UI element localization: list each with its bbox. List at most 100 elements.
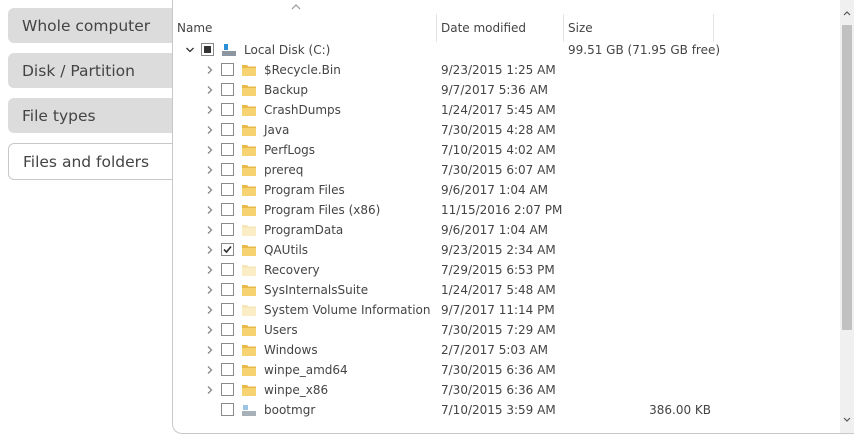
partial-check-mark <box>204 46 211 53</box>
tree-row[interactable]: bootmgr 7/10/2015 3:59 AM 386.00 KB <box>173 400 841 420</box>
scroll-down-icon[interactable] <box>840 411 854 428</box>
item-size: 99.51 GB (71.95 GB free) <box>568 43 721 57</box>
chevron-right-icon[interactable] <box>205 300 215 320</box>
tree-row[interactable]: prereq 7/30/2015 6:07 AM <box>173 160 841 180</box>
folder-icon <box>241 103 257 117</box>
folder-icon <box>241 243 257 257</box>
select-checkbox[interactable] <box>221 163 234 176</box>
column-header-date[interactable]: Date modified <box>437 14 564 42</box>
select-checkbox[interactable] <box>221 83 234 96</box>
tab-file-types[interactable]: File types <box>8 98 173 133</box>
source-tabs: Whole computer Disk / Partition File typ… <box>8 8 173 190</box>
item-date-modified: 9/6/2017 1:04 AM <box>441 223 549 237</box>
tab-label: Files and folders <box>23 152 150 171</box>
tree-row[interactable]: PerfLogs 7/10/2015 4:02 AM <box>173 140 841 160</box>
item-name: Java <box>264 123 290 137</box>
tab-files-and-folders[interactable]: Files and folders <box>8 143 173 180</box>
check-mark-icon <box>223 245 232 254</box>
tree-row[interactable]: Recovery 7/29/2015 6:53 PM <box>173 260 841 280</box>
tab-label: Whole computer <box>22 16 151 35</box>
select-checkbox[interactable] <box>221 323 234 336</box>
vertical-scrollbar[interactable] <box>840 0 854 433</box>
folder-icon <box>241 303 257 317</box>
select-checkbox[interactable] <box>221 223 234 236</box>
tree-row[interactable]: Windows 2/7/2017 5:03 AM <box>173 340 841 360</box>
item-date-modified: 7/30/2015 6:36 AM <box>441 363 556 377</box>
folder-icon <box>241 63 257 77</box>
select-checkbox[interactable] <box>221 343 234 356</box>
item-name: Backup <box>264 83 308 97</box>
item-name: Windows <box>264 343 318 357</box>
item-name: Program Files (x86) <box>264 203 381 217</box>
chevron-right-icon[interactable] <box>205 160 215 180</box>
tree-row[interactable]: CrashDumps 1/24/2017 5:45 AM <box>173 100 841 120</box>
tree-row[interactable]: Program Files 9/6/2017 1:04 AM <box>173 180 841 200</box>
tab-whole-computer[interactable]: Whole computer <box>8 8 173 43</box>
chevron-right-icon[interactable] <box>205 120 215 140</box>
tree-row[interactable]: Java 7/30/2015 4:28 AM <box>173 120 841 140</box>
tree-row[interactable]: winpe_amd64 7/30/2015 6:36 AM <box>173 360 841 380</box>
item-name: Program Files <box>264 183 345 197</box>
tree-row[interactable]: QAUtils 9/23/2015 2:34 AM <box>173 240 841 260</box>
chevron-right-icon[interactable] <box>205 240 215 260</box>
select-checkbox[interactable] <box>221 403 234 416</box>
chevron-right-icon[interactable] <box>205 260 215 280</box>
chevron-right-icon[interactable] <box>205 80 215 100</box>
item-date-modified: 9/7/2017 5:36 AM <box>441 83 549 97</box>
chevron-right-icon[interactable] <box>205 60 215 80</box>
chevron-right-icon[interactable] <box>205 140 215 160</box>
tab-disk-partition[interactable]: Disk / Partition <box>8 53 173 88</box>
folder-icon <box>241 183 257 197</box>
tree-row[interactable]: $Recycle.Bin 9/23/2015 1:25 AM <box>173 60 841 80</box>
chevron-right-icon[interactable] <box>205 220 215 240</box>
chevron-right-icon[interactable] <box>205 200 215 220</box>
chevron-right-icon[interactable] <box>205 360 215 380</box>
chevron-down-icon[interactable] <box>185 40 195 60</box>
tree-row[interactable]: Backup 9/7/2017 5:36 AM <box>173 80 841 100</box>
scroll-up-icon[interactable] <box>840 5 854 22</box>
tree-row[interactable]: System Volume Information 9/7/2017 11:14 … <box>173 300 841 320</box>
select-checkbox[interactable] <box>221 363 234 376</box>
item-date-modified: 2/7/2017 5:03 AM <box>441 343 549 357</box>
select-checkbox[interactable] <box>221 243 234 256</box>
item-name: ProgramData <box>264 223 344 237</box>
item-date-modified: 7/10/2015 4:02 AM <box>441 143 556 157</box>
select-checkbox[interactable] <box>221 143 234 156</box>
select-checkbox[interactable] <box>201 43 214 56</box>
scrollbar-thumb[interactable] <box>842 25 852 330</box>
system-file-icon <box>241 403 257 417</box>
select-checkbox[interactable] <box>221 283 234 296</box>
folder-icon <box>241 283 257 297</box>
select-checkbox[interactable] <box>221 203 234 216</box>
select-checkbox[interactable] <box>221 103 234 116</box>
chevron-right-icon[interactable] <box>205 380 215 400</box>
folder-icon <box>241 383 257 397</box>
tree-row[interactable]: Local Disk (C:) 99.51 GB (71.95 GB free) <box>173 40 841 60</box>
tree-row[interactable]: ProgramData 9/6/2017 1:04 AM <box>173 220 841 240</box>
select-checkbox[interactable] <box>221 383 234 396</box>
tree-row[interactable]: winpe_x86 7/30/2015 6:36 AM <box>173 380 841 400</box>
tree-row[interactable]: Users 7/30/2015 7:29 AM <box>173 320 841 340</box>
file-tree-panel: Name Date modified Size Local Disk (C:) 9… <box>172 0 854 434</box>
select-checkbox[interactable] <box>221 63 234 76</box>
item-name: System Volume Information <box>264 303 431 317</box>
select-checkbox[interactable] <box>221 123 234 136</box>
select-checkbox[interactable] <box>221 303 234 316</box>
chevron-right-icon[interactable] <box>205 320 215 340</box>
select-checkbox[interactable] <box>221 183 234 196</box>
tree-row[interactable]: Program Files (x86) 11/15/2016 2:07 PM <box>173 200 841 220</box>
column-header-name[interactable]: Name <box>173 14 437 42</box>
chevron-right-icon[interactable] <box>205 340 215 360</box>
chevron-right-icon[interactable] <box>205 100 215 120</box>
drive-icon <box>221 43 237 57</box>
item-name: SysInternalsSuite <box>264 283 369 297</box>
select-checkbox[interactable] <box>221 263 234 276</box>
folder-icon <box>241 143 257 157</box>
folder-icon <box>241 323 257 337</box>
item-date-modified: 9/23/2015 1:25 AM <box>441 63 556 77</box>
tab-label: File types <box>22 106 96 125</box>
chevron-right-icon[interactable] <box>205 180 215 200</box>
column-header-size[interactable]: Size <box>564 14 714 42</box>
chevron-right-icon[interactable] <box>205 280 215 300</box>
tree-row[interactable]: SysInternalsSuite 1/24/2017 5:48 AM <box>173 280 841 300</box>
